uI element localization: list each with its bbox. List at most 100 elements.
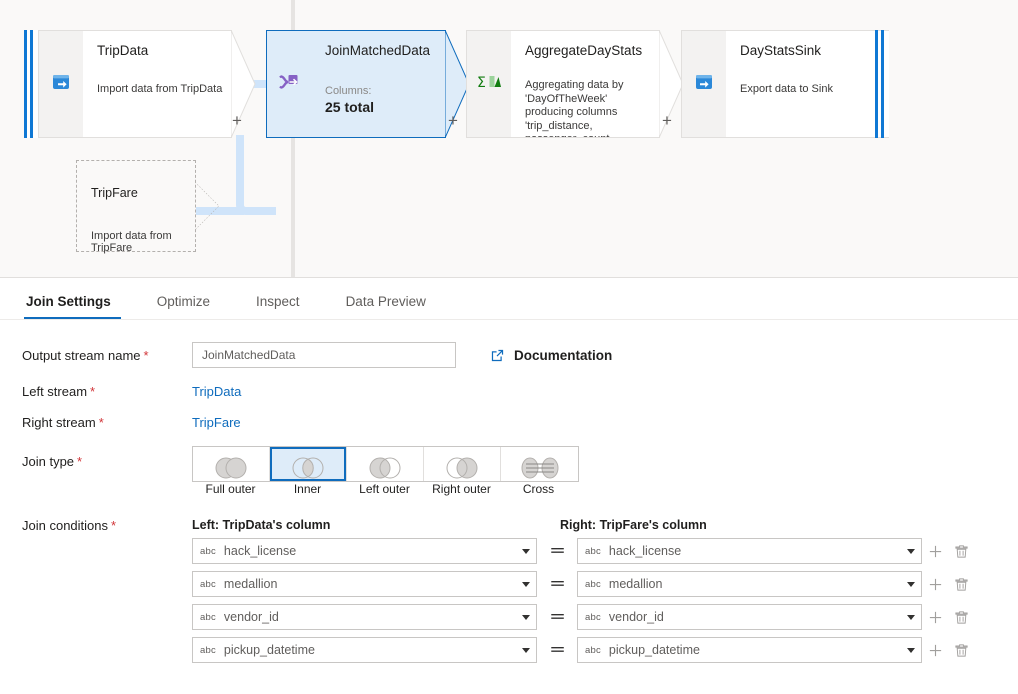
node-description: Import data from TripData xyxy=(97,83,225,97)
left-column-dropdown[interactable]: abc pickup_datetime xyxy=(192,637,537,663)
right-stream-value[interactable]: TripFare xyxy=(192,415,241,430)
required-asterisk: * xyxy=(90,384,95,399)
right-column-value: medallion xyxy=(609,577,901,591)
required-asterisk: * xyxy=(144,348,149,363)
node-icon-cell xyxy=(266,30,311,138)
right-column-dropdown[interactable]: abc vendor_id xyxy=(577,604,922,630)
node-body: DayStatsSink Export data to Sink xyxy=(726,30,889,138)
join-type-option-left-outer[interactable] xyxy=(347,447,424,481)
required-asterisk: * xyxy=(99,415,104,430)
join-type-selector[interactable] xyxy=(192,446,579,482)
node-title: DayStatsSink xyxy=(740,43,875,59)
source-accent-bars xyxy=(24,30,38,138)
add-node-plus-2[interactable]: + xyxy=(448,112,458,129)
tab-data-preview[interactable]: Data Preview xyxy=(330,294,442,319)
node-aggregatedaystats[interactable]: Σ AggregateDayStats Aggregating data by … xyxy=(466,30,660,138)
source-icon xyxy=(51,72,71,97)
left-column-value: vendor_id xyxy=(224,610,516,624)
right-column-dropdown[interactable]: abc hack_license xyxy=(577,538,922,564)
right-column-header: Right: TripFare's column xyxy=(560,518,707,532)
data-flow-editor: TripData Import data from TripData + Tri… xyxy=(0,0,1018,694)
documentation-label: Documentation xyxy=(514,348,612,363)
delete-condition-button[interactable] xyxy=(948,610,974,625)
type-badge: abc xyxy=(200,546,216,557)
aggregate-icon: Σ xyxy=(477,73,501,96)
tab-inspect[interactable]: Inspect xyxy=(240,294,316,319)
right-column-dropdown[interactable]: abc medallion xyxy=(577,571,922,597)
type-badge: abc xyxy=(200,612,216,623)
add-condition-button[interactable] xyxy=(922,577,948,592)
node-body: TripData Import data from TripData xyxy=(83,30,232,138)
equals-operator: == xyxy=(537,610,577,624)
output-stream-label-text: Output stream name xyxy=(22,348,141,363)
right-column-value: pickup_datetime xyxy=(609,643,901,657)
sink-icon xyxy=(694,72,714,97)
ghost-description: Import data from TripFare xyxy=(91,230,195,254)
join-type-option-full-outer[interactable] xyxy=(193,447,270,481)
output-stream-row: Output stream name* Documentation xyxy=(0,342,1018,368)
chevron-down-icon xyxy=(522,549,530,554)
join-type-option-cross[interactable] xyxy=(501,447,578,481)
right-column-dropdown[interactable]: abc pickup_datetime xyxy=(577,637,922,663)
settings-tab-bar[interactable]: Join Settings Optimize Inspect Data Prev… xyxy=(0,278,1018,320)
type-badge: abc xyxy=(585,612,601,623)
equals-operator: == xyxy=(537,577,577,591)
add-node-plus-1[interactable]: + xyxy=(232,112,242,129)
join-type-label-inner: Inner xyxy=(269,482,346,496)
type-badge: abc xyxy=(200,579,216,590)
add-condition-button[interactable] xyxy=(922,610,948,625)
join-conditions-header: Left: TripData's column Right: TripFare'… xyxy=(192,518,1018,532)
join-condition-row: abc vendor_id == abc vendor_id xyxy=(192,604,1018,630)
node-tripdata[interactable]: TripData Import data from TripData xyxy=(24,30,232,138)
equals-operator: == xyxy=(537,544,577,558)
right-column-value: vendor_id xyxy=(609,610,901,624)
left-stream-label: Left stream* xyxy=(22,384,192,399)
tab-optimize[interactable]: Optimize xyxy=(141,294,226,319)
venn-cross-icon xyxy=(501,455,578,481)
left-column-value: medallion xyxy=(224,577,516,591)
delete-condition-button[interactable] xyxy=(948,544,974,559)
venn-left-outer-icon xyxy=(347,455,423,481)
join-type-labels: Full outer Inner Left outer Right outer … xyxy=(192,482,577,496)
left-stream-label-text: Left stream xyxy=(22,384,87,399)
join-type-option-inner[interactable] xyxy=(270,447,347,481)
type-badge: abc xyxy=(200,645,216,656)
venn-right-outer-icon xyxy=(424,455,500,481)
add-condition-button[interactable] xyxy=(922,643,948,658)
left-column-dropdown[interactable]: abc hack_license xyxy=(192,538,537,564)
add-condition-button[interactable] xyxy=(922,544,948,559)
chevron-down-icon xyxy=(907,648,915,653)
node-title: TripData xyxy=(97,43,217,59)
node-tripfare-ghost[interactable]: TripFare Import data from TripFare xyxy=(76,160,196,252)
add-node-plus-3[interactable]: + xyxy=(662,112,672,129)
join-type-row: Join type* xyxy=(0,446,1018,496)
documentation-link[interactable]: Documentation xyxy=(490,348,612,363)
delete-condition-button[interactable] xyxy=(948,577,974,592)
right-stream-row: Right stream* TripFare xyxy=(0,415,1018,430)
delete-condition-button[interactable] xyxy=(948,643,974,658)
node-daystatssink[interactable]: DayStatsSink Export data to Sink xyxy=(681,30,889,138)
left-stream-value[interactable]: TripData xyxy=(192,384,241,399)
join-conditions-block: Join conditions* Left: TripData's column… xyxy=(0,518,1018,670)
tab-join-settings[interactable]: Join Settings xyxy=(18,294,127,319)
flow-canvas[interactable]: TripData Import data from TripData + Tri… xyxy=(0,0,1018,278)
output-stream-input[interactable] xyxy=(192,342,456,368)
left-column-dropdown[interactable]: abc vendor_id xyxy=(192,604,537,630)
ghost-title: TripFare xyxy=(91,186,138,200)
sink-accent-bars xyxy=(875,30,889,138)
chevron-down-icon xyxy=(907,582,915,587)
join-conditions-table: Left: TripData's column Right: TripFare'… xyxy=(192,518,1018,670)
node-chevron-tripfare-ghost xyxy=(195,160,221,252)
node-columns-value: 25 total xyxy=(325,99,374,115)
right-stream-label: Right stream* xyxy=(22,415,192,430)
left-column-dropdown[interactable]: abc medallion xyxy=(192,571,537,597)
join-icon xyxy=(278,71,300,98)
chevron-down-icon xyxy=(907,615,915,620)
node-body: AggregateDayStats Aggregating data by 'D… xyxy=(511,30,660,138)
join-type-option-right-outer[interactable] xyxy=(424,447,501,481)
node-joinmatcheddata[interactable]: JoinMatchedData Columns: 25 total xyxy=(266,30,446,138)
join-condition-row: abc medallion == abc medallion xyxy=(192,571,1018,597)
join-type-label: Join type* xyxy=(22,446,192,469)
required-asterisk: * xyxy=(77,454,82,469)
output-stream-label: Output stream name* xyxy=(22,348,192,363)
